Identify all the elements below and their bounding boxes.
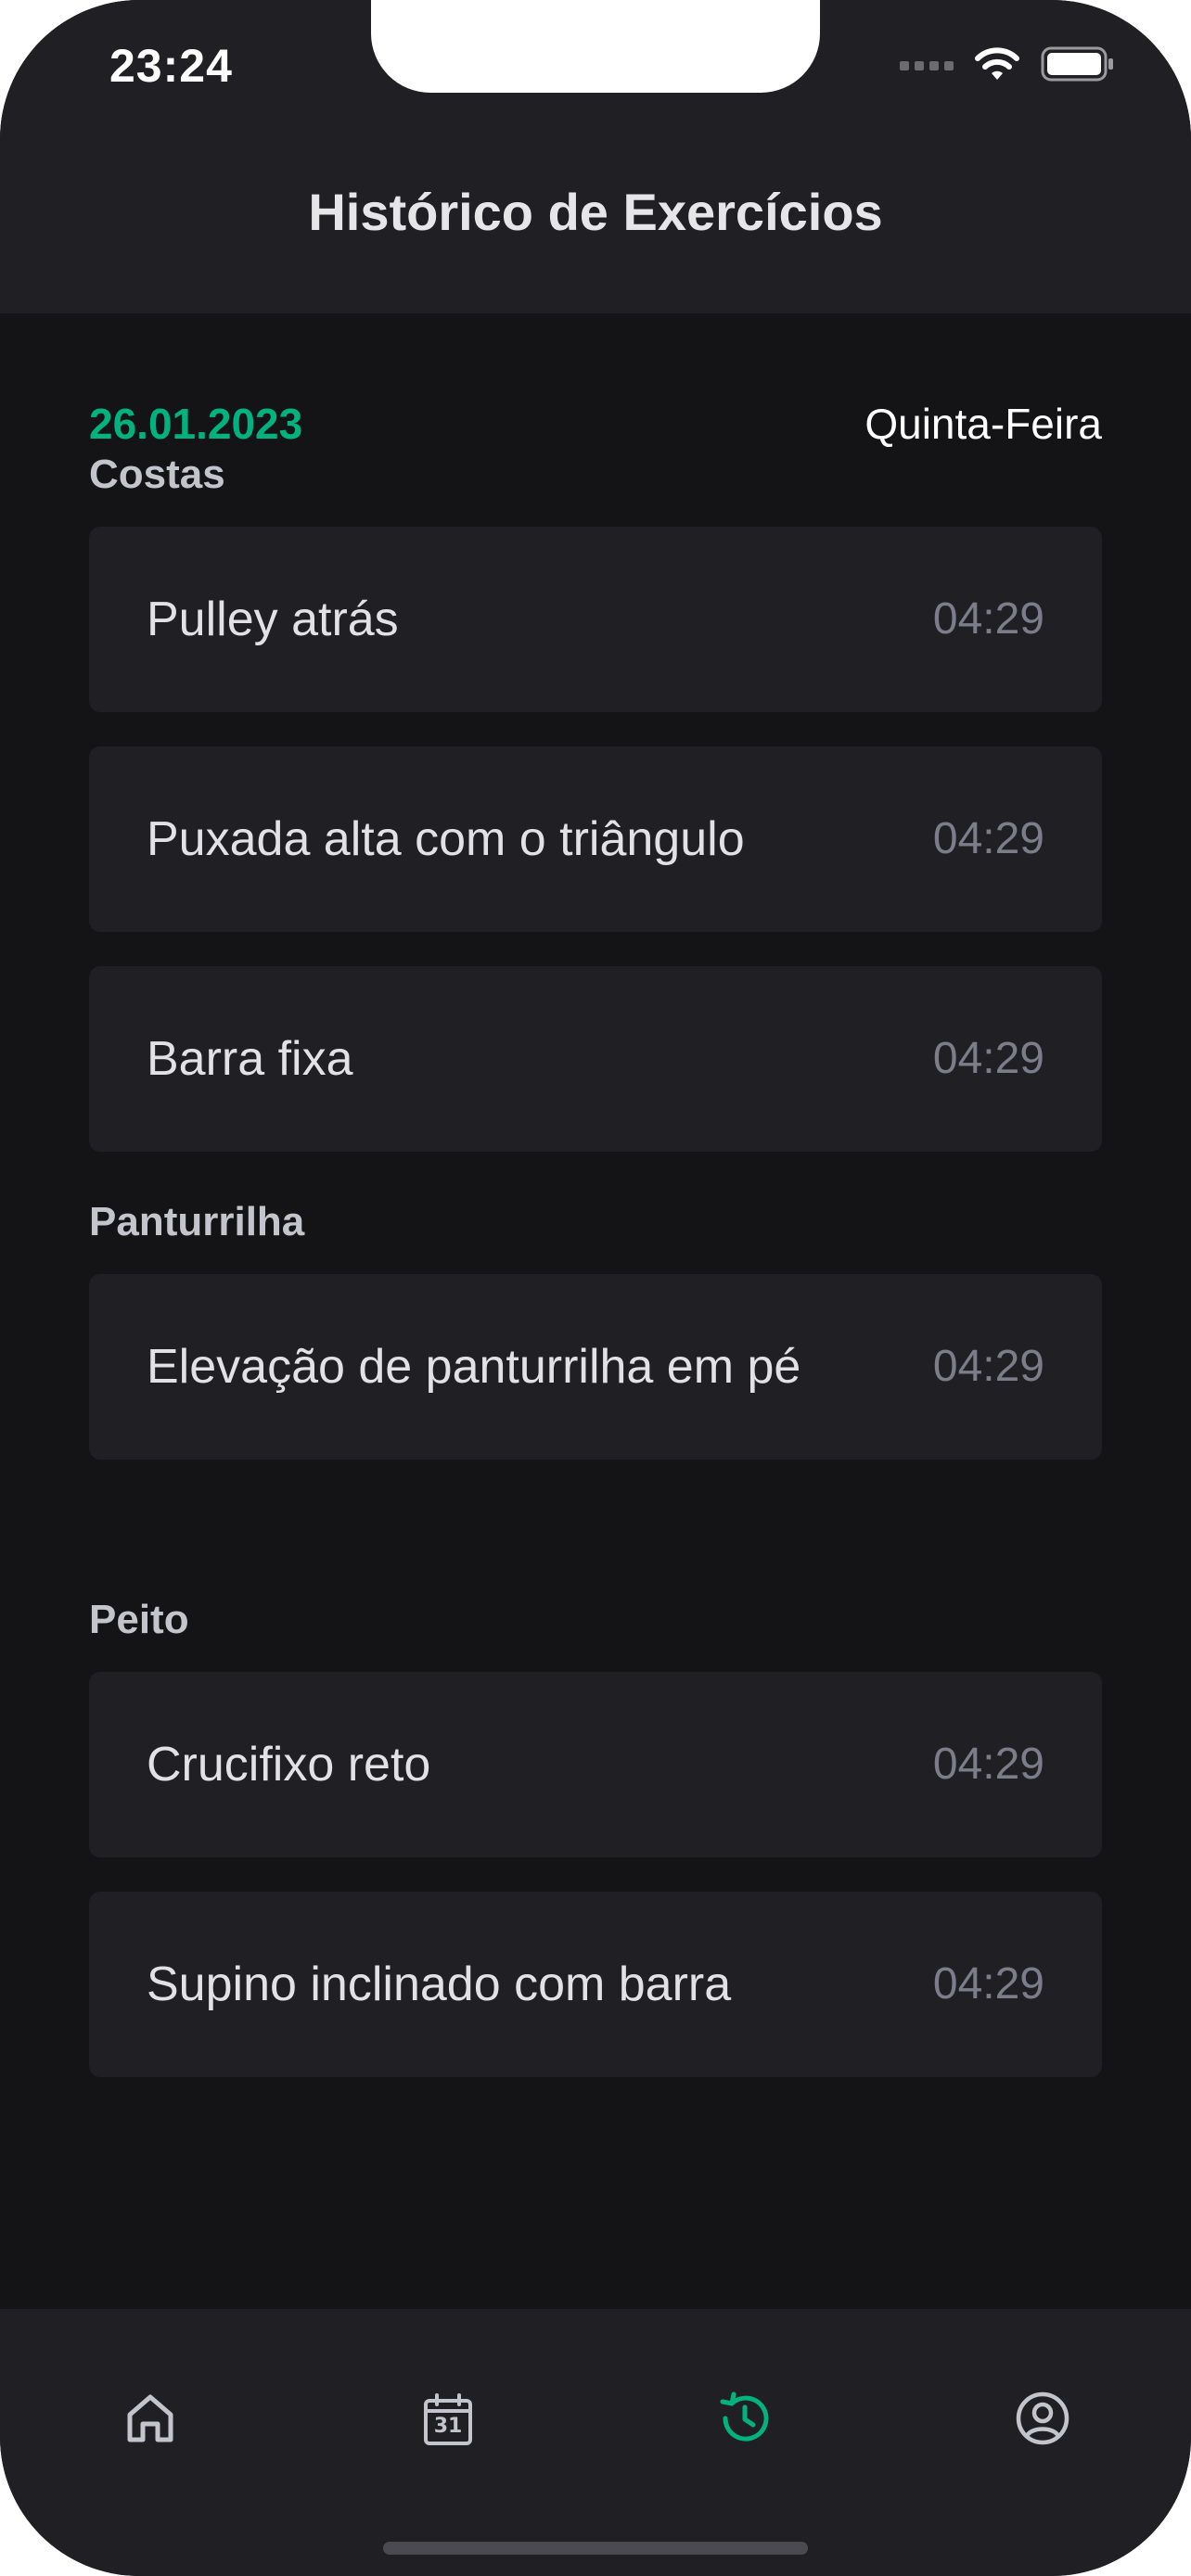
calendar-icon: 31 [418,2391,478,2450]
status-icons [900,46,1115,82]
exercise-list: Crucifixo reto 04:29 Supino inclinado co… [89,1672,1102,2077]
exercise-name: Puxada alta com o triângulo [147,812,745,866]
exercise-card[interactable]: Pulley atrás 04:29 [89,527,1102,712]
exercise-name: Elevação de panturrilha em pé [147,1340,801,1394]
tab-calendar[interactable]: 31 [411,2383,485,2457]
exercise-time: 04:29 [932,594,1044,644]
day-header: 26.01.2023 Quinta-Feira [89,313,1102,448]
tab-profile[interactable] [1005,2383,1080,2457]
home-indicator [383,2542,808,2555]
exercise-name: Barra fixa [147,1032,353,1086]
group-title: Peito [89,1597,189,1642]
app-screen: 23:24 Histórico de Exercícios 26.01.2023… [0,0,1191,2576]
exercise-card[interactable]: Supino inclinado com barra 04:29 [89,1892,1102,2077]
exercise-time: 04:29 [932,1034,1044,1083]
group-title: Costas [89,452,225,497]
exercise-group-peito: Peito Crucifixo reto 04:29 Supino inclin… [89,1592,1102,2077]
home-icon [121,2389,180,2453]
exercise-name: Supino inclinado com barra [147,1958,732,2011]
exercise-time: 04:29 [932,1342,1044,1391]
tab-bar: 31 [0,2309,1191,2576]
history-content: 26.01.2023 Quinta-Feira Costas Pulley at… [89,313,1102,2111]
exercise-time: 04:29 [932,1740,1044,1789]
calendar-day-number: 31 [433,2415,463,2438]
device-notch [371,0,820,93]
battery-icon [1041,46,1115,82]
page-title: Histórico de Exercícios [308,183,883,241]
exercise-card[interactable]: Barra fixa 04:29 [89,966,1102,1152]
wifi-icon [974,46,1020,82]
exercise-list: Pulley atrás 04:29 Puxada alta com o tri… [89,527,1102,1152]
header: 23:24 Histórico de Exercícios [0,0,1191,313]
exercise-time: 04:29 [932,814,1044,863]
group-title: Panturrilha [89,1199,305,1244]
tab-home[interactable] [113,2383,187,2457]
exercise-card[interactable]: Crucifixo reto 04:29 [89,1672,1102,1857]
exercise-list: Elevação de panturrilha em pé 04:29 [89,1274,1102,1460]
exercise-card[interactable]: Elevação de panturrilha em pé 04:29 [89,1274,1102,1460]
exercise-group-costas: Costas Pulley atrás 04:29 Puxada alta co… [89,447,1102,1194]
exercise-group-panturrilha: Panturrilha Elevação de panturrilha em p… [89,1194,1102,1592]
history-icon [715,2389,775,2453]
exercise-time: 04:29 [932,1959,1044,2009]
exercise-name: Pulley atrás [147,593,399,646]
tab-history[interactable] [708,2383,782,2457]
history-date: 26.01.2023 [89,400,303,448]
history-weekday: Quinta-Feira [864,400,1102,448]
status-time: 23:24 [109,40,233,92]
exercise-name: Crucifixo reto [147,1738,431,1792]
cellular-icon [900,57,954,70]
profile-icon [1013,2389,1072,2453]
exercise-card[interactable]: Puxada alta com o triângulo 04:29 [89,746,1102,932]
